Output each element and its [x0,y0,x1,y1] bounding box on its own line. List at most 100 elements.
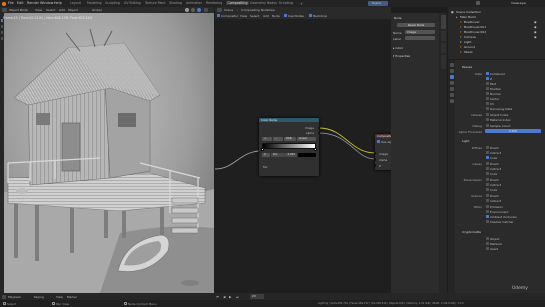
sample-count-checkbox[interactable] [486,124,489,127]
reset-node-button[interactable]: Reset Node [397,23,435,28]
color-ramp-node[interactable]: Color Ramp Image Alpha + − RGB Linear 0 … [257,118,321,176]
shading-solid-icon[interactable] [185,8,189,13]
outliner-row[interactable]: ▾ Stairs [448,50,545,55]
shading-options-icon[interactable] [204,8,208,13]
scene-node-label[interactable]: Scene [224,8,233,12]
transform-orientation-dropdown[interactable]: Global [92,8,102,12]
add-workspace-icon[interactable]: + [300,2,303,6]
compositor-view-menu[interactable]: View [240,14,247,18]
compositor-add-menu[interactable]: Add [263,14,269,18]
properties-section-toggle[interactable]: ▾ Properties [393,54,410,58]
tab-compositing[interactable]: Compositing [226,1,249,5]
compositor-editor-label[interactable]: Compositor [221,14,238,18]
crypto-material-checkbox[interactable] [486,242,489,245]
node-section-header[interactable]: Node [394,16,402,20]
composite-z-socket[interactable] [373,164,377,167]
outliner-row[interactable]: ▾ Camera [448,35,545,40]
name-field[interactable]: Image [405,30,435,35]
emission-checkbox[interactable] [486,205,489,208]
world-tab-icon[interactable] [449,87,454,91]
diffuse-direct-checkbox[interactable] [486,146,489,149]
mist-checkbox[interactable] [486,82,489,85]
glossy-color-checkbox[interactable] [486,172,489,175]
node-editor-type-icon[interactable] [217,8,222,12]
tab-geometry-nodes[interactable]: Geometry Nodes [250,1,277,5]
ramp-input-fac-socket[interactable] [257,150,261,154]
ramp-interpolation-dropdown[interactable]: Linear [297,137,316,142]
play-icon[interactable]: ▶ [229,295,231,299]
menu-file[interactable]: File [8,1,14,5]
playback-menu[interactable]: Playback [8,295,21,299]
ramp-stop-left[interactable] [261,148,264,151]
jump-end-icon[interactable]: ⏭ [236,295,239,299]
blender-logo-icon[interactable] [1,1,6,6]
outliner-row[interactable]: ▾ BoatCover.002 [448,30,545,35]
denoising-checkbox[interactable] [486,107,489,110]
scene-tab-icon[interactable] [449,81,454,85]
visibility-eye-icon[interactable]: ◉ [534,20,537,24]
ramp-pos-field[interactable]: Pos 0.000 [271,153,297,158]
backdrop-toggle-check[interactable] [309,14,312,17]
position-checkbox[interactable] [486,87,489,90]
visibility-eye-icon[interactable]: ◉ [534,30,537,34]
use-nodes-label[interactable]: Use Nodes [288,14,304,18]
tab-animation[interactable]: Animation [186,1,202,5]
view-layer-icon[interactable] [476,1,480,6]
use-nodes-toggle-check[interactable] [284,14,287,17]
light-header[interactable]: Light [462,139,470,143]
viewport-3d[interactable] [0,13,214,293]
menu-render[interactable]: Render [27,1,39,5]
viewport-mode-dropdown[interactable]: Object Mode [9,8,28,12]
visibility-eye-icon[interactable]: ◉ [534,25,537,29]
diffuse-color-checkbox[interactable] [486,156,489,159]
view-layer-tab-icon[interactable] [449,75,454,79]
crypto-object-checkbox[interactable] [486,237,489,240]
ramp-add-button[interactable]: + [262,137,272,142]
material-tab-icon[interactable] [449,99,454,103]
visibility-eye-icon[interactable]: ◉ [534,35,537,39]
viewport-select-menu[interactable]: Select [46,8,55,12]
node-canvas[interactable]: Color Ramp Image Alpha + − RGB Linear 0 … [215,19,397,293]
ramp-stop-index[interactable]: 0 [262,153,270,158]
shading-rendered-icon[interactable] [197,8,201,13]
composite-alpha-socket[interactable] [373,158,377,161]
shadow-catcher-checkbox[interactable] [486,220,489,223]
view-layer-label[interactable]: ViewLayer [511,1,526,5]
timeline-editor-icon[interactable] [2,294,6,299]
color-section-toggle[interactable]: ▸ Color [393,46,403,50]
volume-direct-checkbox[interactable] [486,194,489,197]
glossy-direct-checkbox[interactable] [486,162,489,165]
outliner-row[interactable]: ▾ BoatCover.001 [448,25,545,30]
tab-rendering[interactable]: Rendering [206,1,222,5]
volume-indirect-checkbox[interactable] [486,199,489,202]
tab-sculpting[interactable]: Sculpting [105,1,120,5]
alpha-threshold-field[interactable]: 0.500 [485,129,541,134]
outliner-row[interactable]: ▾ Ground [448,45,545,50]
tab-uv-editing[interactable]: UV Editing [124,1,141,5]
rotate-tool-icon[interactable] [0,31,4,34]
combined-checkbox[interactable] [486,72,489,75]
current-frame-field[interactable]: 23 [250,294,264,299]
shading-material-icon[interactable] [191,8,195,13]
viewport-view-menu[interactable]: View [35,8,42,12]
outliner-row[interactable]: ▾ Light [448,40,545,45]
tab-modeling[interactable]: Modeling [87,1,102,5]
normal-checkbox[interactable] [486,92,489,95]
ramp-stop-right[interactable] [314,148,317,151]
menu-edit[interactable]: Edit [17,1,24,5]
marker-menu[interactable]: Marker [67,295,77,299]
ramp-remove-button[interactable]: − [273,137,283,142]
object-index-checkbox[interactable] [486,113,489,116]
timeline-view-menu[interactable]: View [56,295,63,299]
jump-start-icon[interactable]: ⏮ [216,295,219,299]
scale-tool-icon[interactable] [0,37,4,40]
color-ramp-node-title[interactable]: Color Ramp [259,118,319,122]
tab-tool[interactable] [440,31,446,41]
use-alpha-checkbox[interactable] [377,140,380,143]
transmission-direct-checkbox[interactable] [486,178,489,181]
material-index-checkbox[interactable] [486,118,489,121]
tab-shading[interactable]: Shading [169,1,182,5]
z-checkbox[interactable] [486,77,489,80]
tab-layout[interactable]: Layout [70,1,81,5]
editor-type-icon[interactable] [2,8,7,12]
